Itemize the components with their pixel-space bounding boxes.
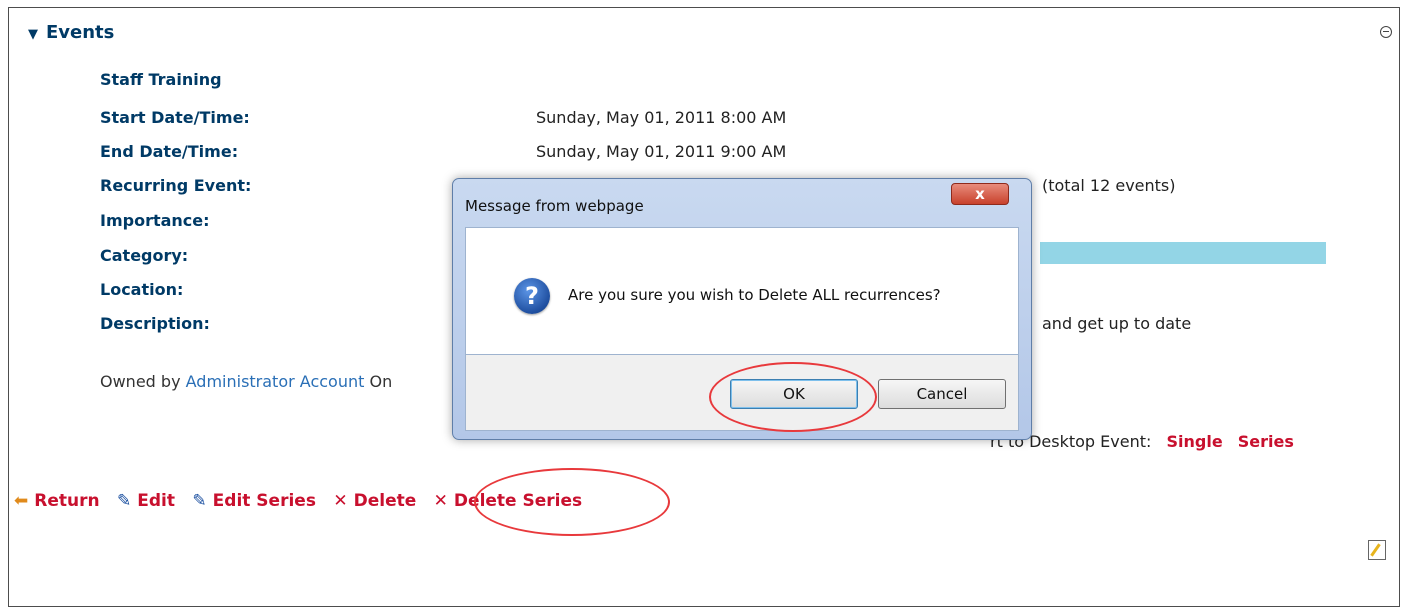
recurring-value: (total 12 events): [1042, 176, 1176, 195]
delete-series-highlight-oval: [474, 468, 670, 536]
return-arrow-icon: ⬅: [14, 491, 29, 511]
location-label: Location:: [100, 280, 184, 299]
expand-triangle-icon[interactable]: ▼: [28, 27, 38, 42]
delete-x-icon: ✕: [333, 491, 348, 511]
export-series-link[interactable]: Series: [1238, 432, 1294, 451]
edit-label: Edit: [137, 491, 175, 511]
dialog-message: Are you sure you wish to Delete ALL recu…: [568, 286, 941, 304]
edit-note-icon[interactable]: [1368, 540, 1386, 560]
owner-suffix: On: [369, 372, 393, 391]
dialog-body: ? Are you sure you wish to Delete ALL re…: [465, 227, 1019, 355]
export-line: rt to Desktop Event: Single Series: [990, 432, 1294, 451]
start-label: Start Date/Time:: [100, 108, 250, 127]
pencil-icon: ✎: [117, 491, 132, 511]
edit-series-label: Edit Series: [212, 491, 316, 511]
collapse-icon[interactable]: [1380, 26, 1392, 38]
event-name: Staff Training: [100, 70, 222, 89]
section-title-text: Events: [46, 22, 115, 43]
recurring-label: Recurring Event:: [100, 176, 252, 195]
dialog-title: Message from webpage: [465, 197, 644, 215]
edit-series-button[interactable]: ✎ Edit Series: [192, 491, 316, 511]
owner-line: Owned by Administrator Account On: [100, 372, 392, 391]
pencil-icon: ✎: [192, 491, 207, 511]
dialog-close-button[interactable]: x: [951, 183, 1009, 205]
importance-label: Importance:: [100, 211, 210, 230]
edit-button[interactable]: ✎ Edit: [117, 491, 175, 511]
section-title[interactable]: ▼ Events: [28, 22, 114, 43]
ok-highlight-oval: [709, 362, 877, 432]
end-label: End Date/Time:: [100, 142, 239, 161]
return-label: Return: [34, 491, 100, 511]
end-value: Sunday, May 01, 2011 9:00 AM: [536, 142, 787, 161]
category-label: Category:: [100, 246, 189, 265]
return-button[interactable]: ⬅ Return: [14, 491, 100, 511]
description-label: Description:: [100, 314, 210, 333]
owner-link[interactable]: Administrator Account: [186, 372, 365, 391]
description-value: and get up to date: [1042, 314, 1192, 333]
export-single-link[interactable]: Single: [1166, 432, 1222, 451]
cancel-button[interactable]: Cancel: [878, 379, 1006, 409]
category-color-bar: [1040, 242, 1326, 264]
delete-x-icon: ✕: [433, 491, 448, 511]
delete-button[interactable]: ✕ Delete: [333, 491, 416, 511]
start-value: Sunday, May 01, 2011 8:00 AM: [536, 108, 787, 127]
delete-label: Delete: [353, 491, 417, 511]
question-icon: ?: [514, 278, 550, 314]
owner-prefix: Owned by: [100, 372, 181, 391]
